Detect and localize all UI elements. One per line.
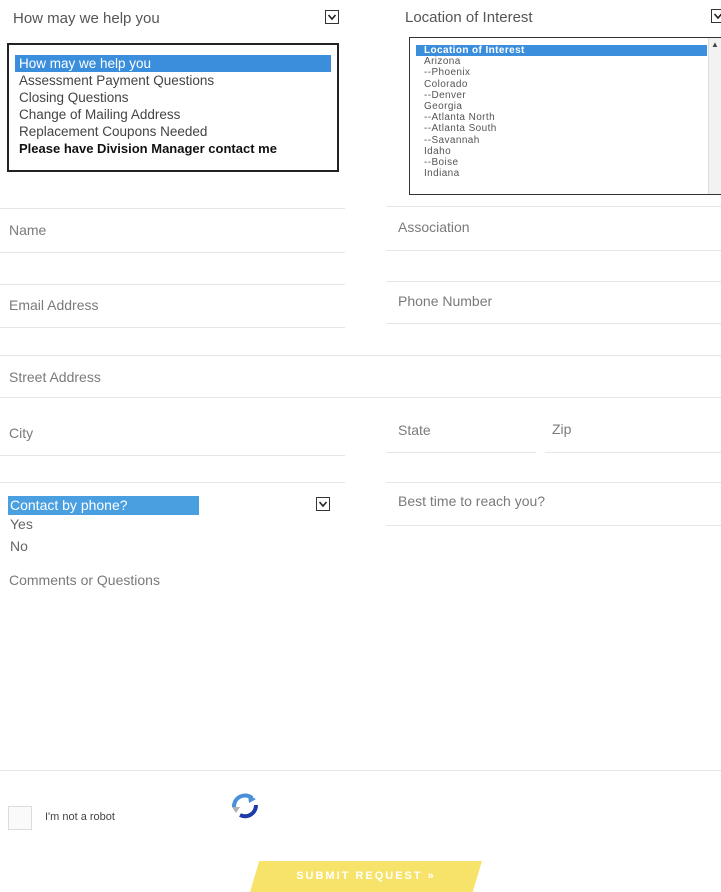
- divider: [386, 206, 721, 207]
- street-address-field[interactable]: Street Address: [9, 369, 101, 385]
- location-scrollbar[interactable]: ▲: [708, 38, 721, 194]
- location-option[interactable]: --Denver: [416, 90, 721, 101]
- captcha-label: I'm not a robot: [45, 811, 115, 823]
- location-option[interactable]: Idaho: [416, 146, 721, 157]
- association-field-line: [386, 250, 721, 251]
- recaptcha-privacy-text: [221, 824, 265, 832]
- divider: [0, 284, 345, 285]
- location-select-chevron-icon[interactable]: [711, 9, 721, 23]
- help-option[interactable]: Replacement Coupons Needed: [15, 123, 331, 140]
- location-option[interactable]: Georgia: [416, 101, 721, 112]
- association-field[interactable]: Association: [398, 219, 470, 235]
- phone-field-line: [386, 323, 721, 324]
- help-option[interactable]: Please have Division Manager contact me: [15, 140, 331, 157]
- help-dropdown-list[interactable]: How may we help you Assessment Payment Q…: [7, 43, 339, 172]
- state-field-line: [386, 452, 536, 453]
- location-option[interactable]: --Savannah: [416, 135, 721, 146]
- contact-option-yes[interactable]: Yes: [10, 516, 33, 532]
- divider: [386, 281, 721, 282]
- recaptcha-logo-icon: [230, 793, 260, 824]
- comments-field[interactable]: Comments or Questions: [9, 572, 160, 588]
- state-field[interactable]: State: [398, 422, 431, 438]
- location-option[interactable]: --Atlanta South: [416, 123, 721, 134]
- captcha-checkbox[interactable]: [8, 806, 32, 830]
- divider: [386, 482, 721, 483]
- divider: [0, 482, 345, 483]
- zip-field[interactable]: Zip: [552, 421, 571, 437]
- help-option[interactable]: Change of Mailing Address: [15, 106, 331, 123]
- divider: [0, 208, 345, 209]
- location-option[interactable]: --Atlanta North: [416, 112, 721, 123]
- scroll-up-icon[interactable]: ▲: [711, 40, 719, 49]
- location-select[interactable]: Location of Interest: [405, 9, 533, 26]
- help-option[interactable]: How may we help you: [15, 55, 331, 72]
- divider: [0, 355, 721, 356]
- comments-field-line: [0, 770, 721, 771]
- location-option[interactable]: --Boise: [416, 157, 721, 168]
- best-time-field[interactable]: Best time to reach you?: [398, 493, 545, 509]
- contact-by-phone-select[interactable]: Contact by phone?: [8, 496, 199, 515]
- zip-field-line: [545, 452, 721, 453]
- contact-option-no[interactable]: No: [10, 538, 28, 554]
- help-select-value: How may we help you: [13, 10, 160, 27]
- best-time-field-line: [386, 525, 721, 526]
- location-option[interactable]: Indiana: [416, 168, 721, 179]
- email-field[interactable]: Email Address: [9, 297, 98, 313]
- email-field-line: [0, 327, 345, 328]
- help-select[interactable]: How may we help you: [13, 10, 160, 27]
- help-select-chevron-icon[interactable]: [325, 10, 339, 24]
- location-option[interactable]: --Phoenix: [416, 67, 721, 78]
- location-option[interactable]: Location of Interest: [416, 45, 707, 57]
- name-field[interactable]: Name: [9, 222, 46, 238]
- name-field-line: [0, 252, 345, 253]
- location-dropdown-list[interactable]: Location of Interest Arizona --Phoenix C…: [409, 37, 721, 195]
- street-field-line: [0, 397, 721, 398]
- help-option[interactable]: Closing Questions: [15, 89, 331, 106]
- phone-number-field[interactable]: Phone Number: [398, 293, 492, 309]
- location-select-value: Location of Interest: [405, 9, 533, 26]
- submit-request-button[interactable]: SUBMIT REQUEST »: [250, 861, 482, 892]
- city-field[interactable]: City: [9, 425, 33, 441]
- city-field-line: [0, 455, 345, 456]
- location-option[interactable]: Colorado: [416, 79, 721, 90]
- help-option[interactable]: Assessment Payment Questions: [15, 72, 331, 89]
- contact-phone-chevron-icon[interactable]: [316, 497, 330, 511]
- location-option[interactable]: Arizona: [416, 56, 721, 67]
